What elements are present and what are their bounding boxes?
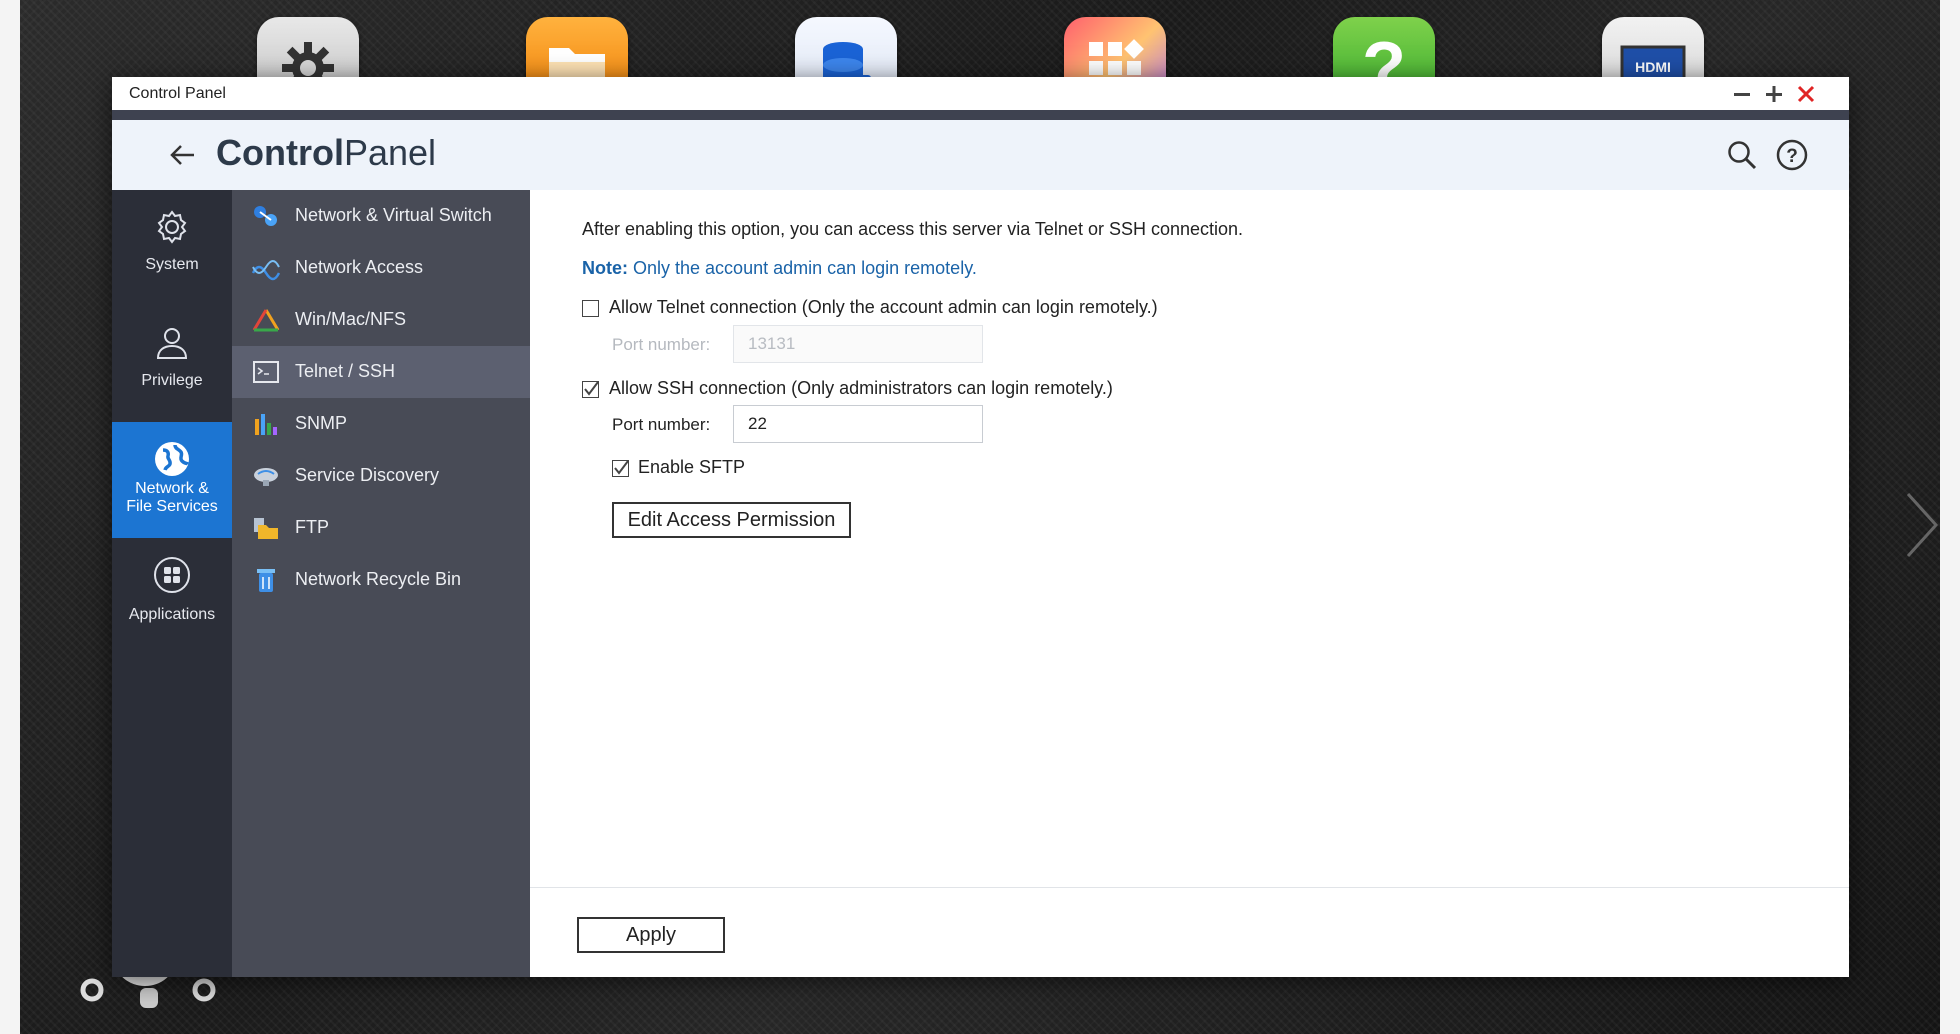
checkmark-icon: [614, 460, 629, 475]
network-access-icon: [252, 260, 280, 281]
rail-item-label: Applications: [128, 606, 216, 623]
telnet-port-label: Port number:: [612, 335, 711, 354]
subnav-item-snmp[interactable]: SNMP: [232, 398, 530, 450]
header-divider: [112, 110, 1849, 120]
globe-icon: [155, 442, 190, 476]
subnav-item-label: Telnet / SSH: [295, 361, 396, 381]
subnav-item-ftp[interactable]: FTP: [232, 502, 530, 554]
sftp-checkbox[interactable]: [612, 460, 629, 477]
ftp-folder-icon: [254, 518, 278, 539]
subnav-item-label: Network Recycle Bin: [295, 569, 462, 589]
apply-button[interactable]: Apply: [577, 917, 725, 953]
telnet-port-input[interactable]: [733, 325, 983, 363]
rail-item-privilege[interactable]: Privilege: [112, 306, 232, 422]
subnav-item-network-recycle-bin[interactable]: Network Recycle Bin: [232, 554, 530, 606]
search-icon[interactable]: [1726, 139, 1758, 171]
network-switch-icon: [254, 206, 277, 226]
subnav-item-label: Win/Mac/NFS: [295, 309, 407, 329]
edit-access-permission-button[interactable]: Edit Access Permission: [612, 502, 851, 538]
ssh-port-input[interactable]: [733, 405, 983, 443]
subnav-item-label: Network Access: [295, 257, 424, 277]
sftp-label: Enable SFTP: [638, 457, 746, 477]
subnav-item-label: FTP: [295, 517, 329, 537]
subnav-item-telnet-ssh[interactable]: Telnet / SSH: [232, 346, 530, 398]
rail-item-label: System: [145, 256, 199, 273]
snmp-chart-icon: [255, 414, 277, 435]
ssh-port-label: Port number:: [612, 415, 711, 434]
rail-item-label: Privilege: [141, 372, 203, 389]
subnav-item-label: Service Discovery: [295, 465, 440, 485]
sub-navigation: Network & Virtual Switch Network Access …: [232, 190, 530, 977]
telnet-label: Allow Telnet connection (Only the accoun…: [609, 297, 1158, 317]
subnav-item-service-discovery[interactable]: Service Discovery: [232, 450, 530, 502]
app-header: ControlPanel ?: [112, 120, 1849, 191]
rail-item-system[interactable]: System: [112, 190, 232, 306]
checkmark-icon: [584, 381, 599, 396]
svg-text:?: ?: [1786, 146, 1798, 167]
window-titlebar[interactable]: Control Panel: [112, 77, 1849, 111]
rail-item-applications[interactable]: Applications: [112, 538, 232, 654]
ssh-label: Allow SSH connection (Only administrator…: [609, 378, 1113, 398]
subnav-item-network-access[interactable]: Network Access: [232, 242, 530, 294]
subnav-item-win-mac-nfs[interactable]: Win/Mac/NFS: [232, 294, 530, 346]
control-panel-window: Control Panel ControlPanel ? System Priv…: [112, 77, 1849, 977]
window-title: Control Panel: [129, 85, 226, 102]
page-title: ControlPanel: [216, 132, 437, 173]
footer-divider: [530, 887, 1849, 888]
next-page-arrow-icon[interactable]: [1902, 490, 1940, 565]
subnav-item-network-virtual-switch[interactable]: Network & Virtual Switch: [232, 190, 530, 242]
svg-text:HDMI: HDMI: [1635, 59, 1671, 75]
service-discovery-icon: [254, 468, 278, 486]
recycle-bin-icon: [257, 569, 275, 592]
win-mac-nfs-icon: [252, 309, 280, 332]
close-icon[interactable]: [1794, 82, 1818, 106]
minimize-icon[interactable]: [1730, 82, 1754, 106]
back-arrow-icon[interactable]: [168, 140, 198, 170]
apps-icon: [154, 557, 190, 593]
gear-icon: [157, 210, 187, 244]
category-rail: System Privilege Network & File Services…: [112, 190, 232, 977]
ssh-checkbox[interactable]: [582, 381, 599, 398]
telnet-checkbox[interactable]: [582, 300, 599, 317]
help-icon[interactable]: ?: [1776, 139, 1808, 171]
terminal-icon: [253, 361, 279, 383]
note-text: Note: Only the account admin can login r…: [582, 258, 977, 278]
subnav-item-label: Network & Virtual Switch: [295, 205, 492, 225]
maximize-icon[interactable]: [1762, 82, 1786, 106]
user-icon: [156, 328, 188, 359]
intro-text: After enabling this option, you can acce…: [582, 219, 1244, 239]
rail-item-network-file-services[interactable]: Network & File Services: [112, 422, 232, 538]
subnav-item-label: SNMP: [295, 413, 348, 433]
rail-item-label: Network & File Services: [126, 480, 218, 515]
telnet-ssh-settings-panel: After enabling this option, you can acce…: [530, 190, 1849, 977]
